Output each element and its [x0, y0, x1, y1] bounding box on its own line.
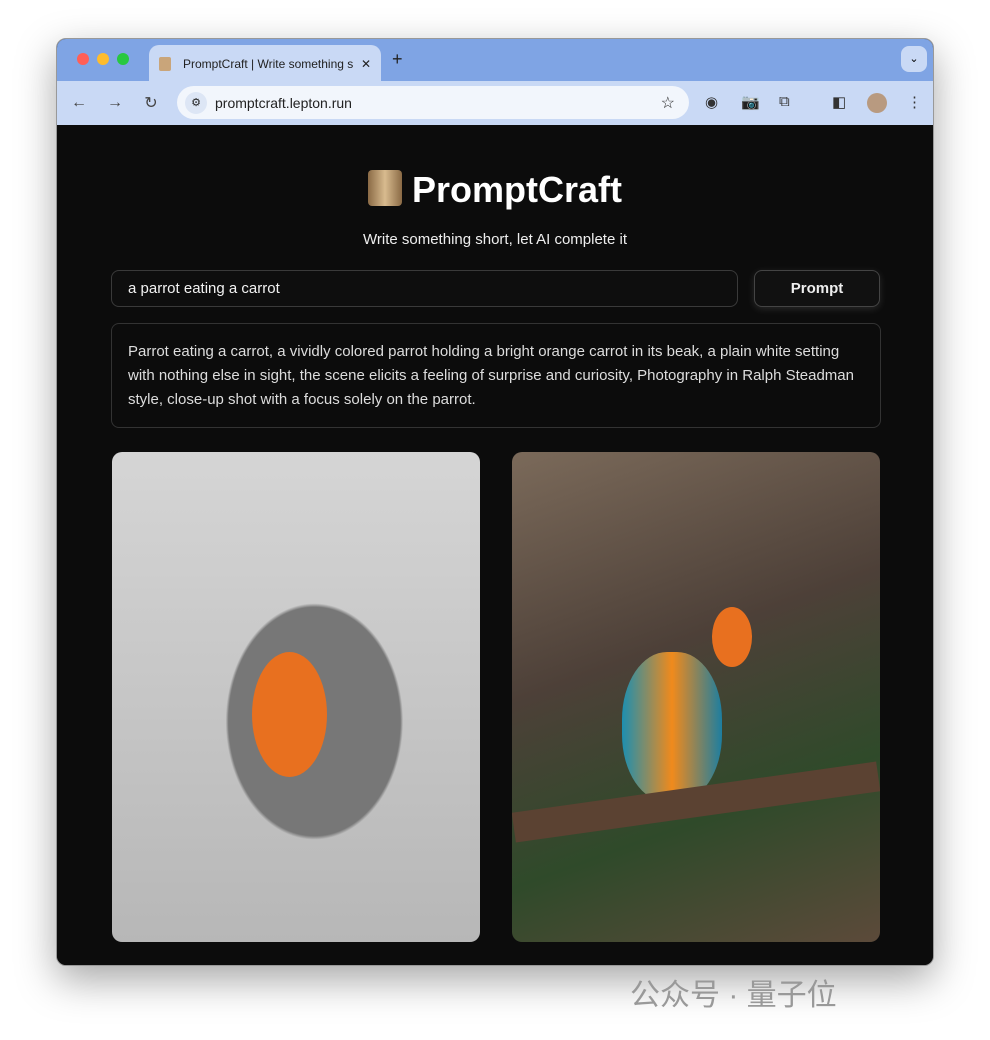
subtitle: Write something short, let AI complete i… — [362, 231, 627, 248]
browser-window: PromptCraft | Write something short, let… — [56, 38, 934, 966]
tab-bar: PromptCraft | Write something short, let… — [57, 39, 933, 83]
page-content: PromptCraft Write something short, let A… — [57, 125, 933, 965]
toolbar: ← → ↻ ⚙ promptcraft.lepton.run ☆ ◉ 📷 ⧉ ◧… — [57, 81, 933, 125]
generated-image-grayscale-parrot — [112, 452, 480, 942]
profile-avatar[interactable] — [867, 93, 887, 113]
watermark: 公众号 · 量子位 — [630, 979, 837, 1012]
completed-prompt-text: Parrot eating a carrot, a vividly colore… — [111, 323, 881, 428]
minimize-window-button[interactable] — [97, 53, 109, 65]
title-text: PromptCraft — [411, 169, 622, 210]
tab-title: PromptCraft | Write something short, let… — [183, 57, 353, 71]
carrot-shape — [712, 607, 752, 667]
site-settings-icon[interactable]: ⚙ — [185, 91, 207, 114]
camera-icon[interactable]: 📷 — [741, 93, 760, 111]
address-bar[interactable]: ⚙ promptcraft.lepton.run ☆ — [177, 86, 689, 119]
new-tab-button[interactable]: + — [392, 49, 403, 70]
forward-button[interactable]: → — [97, 94, 133, 112]
close-window-button[interactable] — [77, 53, 89, 65]
close-tab-icon[interactable]: ✕ — [361, 57, 371, 71]
side-panel-icon[interactable]: ◧ — [832, 93, 846, 111]
bookmark-star-icon[interactable]: ☆ — [661, 93, 675, 113]
macaw-shape — [622, 652, 722, 802]
page-title: PromptCraft — [57, 169, 933, 211]
prompt-input[interactable]: a parrot eating a carrot — [111, 270, 738, 307]
url-text: promptcraft.lepton.run — [215, 94, 352, 111]
reload-button[interactable]: ↻ — [133, 93, 169, 113]
scroll-favicon-icon — [159, 57, 171, 71]
generated-image-macaw-parrot — [512, 452, 880, 942]
carrot-shape — [252, 652, 327, 777]
extensions-puzzle-icon[interactable]: ⧉ — [779, 93, 790, 110]
back-button[interactable]: ← — [61, 94, 97, 112]
tab-promptcraft[interactable]: PromptCraft | Write something short, let… — [149, 45, 381, 83]
password-lock-icon[interactable]: ◉ — [705, 93, 718, 111]
tab-search-chevron-icon[interactable]: ⌄ — [901, 46, 927, 72]
scroll-icon — [367, 170, 402, 206]
more-menu-icon[interactable]: ⋮ — [907, 93, 922, 111]
maximize-window-button[interactable] — [117, 53, 129, 65]
prompt-button[interactable]: Prompt — [754, 270, 880, 307]
